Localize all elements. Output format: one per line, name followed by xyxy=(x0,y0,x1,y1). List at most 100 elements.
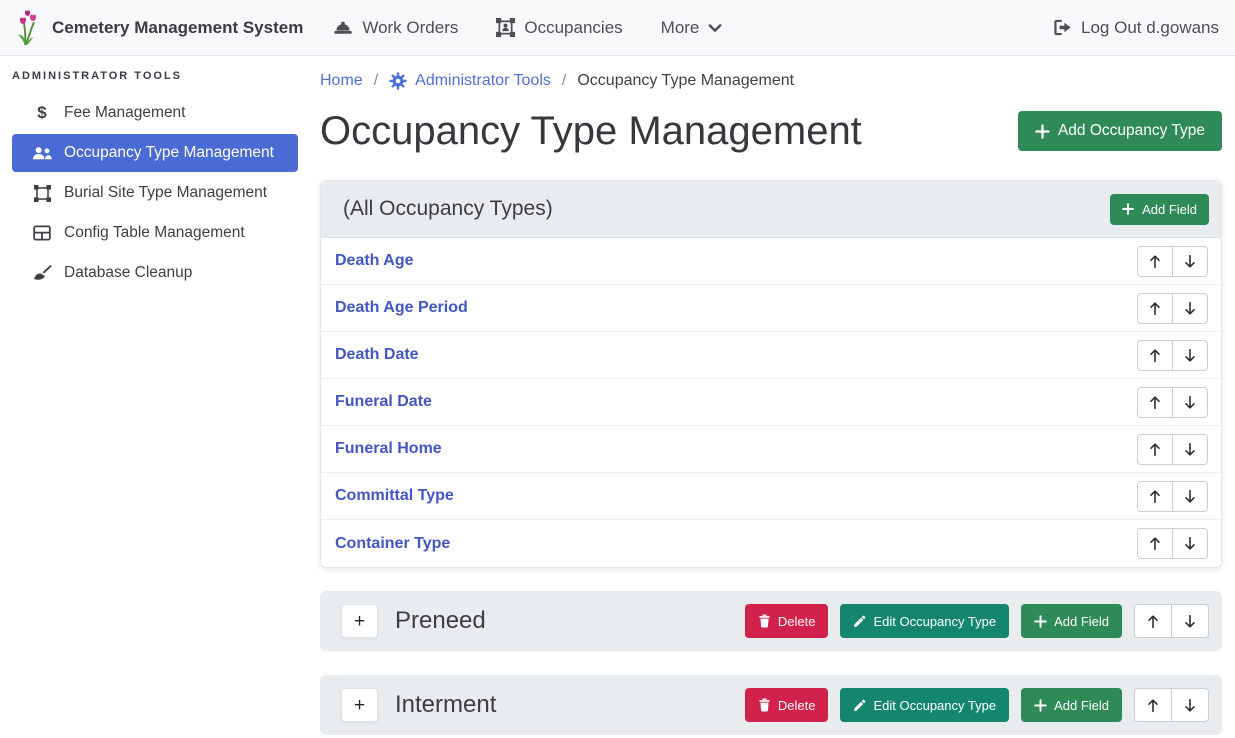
arrow-down-icon xyxy=(1183,254,1197,269)
field-link[interactable]: Death Age xyxy=(335,252,414,270)
add-occupancy-type-label: Add Occupancy Type xyxy=(1058,122,1205,140)
breadcrumb-admin-tools[interactable]: Administrator Tools xyxy=(389,72,551,90)
field-row: Committal Type xyxy=(321,473,1221,520)
field-row: Death Age xyxy=(321,238,1221,285)
table-icon xyxy=(30,225,54,241)
plot-icon xyxy=(30,185,54,202)
sidebar-item-database-cleanup[interactable]: Database Cleanup xyxy=(12,254,298,292)
breadcrumb: Home / xyxy=(320,72,1222,90)
delete-button[interactable]: Delete xyxy=(745,604,829,638)
section-controls: Delete Edit Occupancy Type Add Field xyxy=(745,604,1209,638)
expand-section-button[interactable]: + xyxy=(341,604,378,638)
field-link[interactable]: Death Age Period xyxy=(335,299,468,317)
edit-occupancy-type-button[interactable]: Edit Occupancy Type xyxy=(840,604,1009,638)
occupancy-type-section: + Interment Delete Edit Occupancy Type xyxy=(320,675,1222,735)
arrow-up-icon xyxy=(1148,348,1162,363)
sidebar-item-config-table-management[interactable]: Config Table Management xyxy=(12,214,298,252)
move-down-button[interactable] xyxy=(1172,387,1208,418)
expand-section-button[interactable]: + xyxy=(341,688,378,722)
app-brand[interactable]: Cemetery Management System xyxy=(16,10,303,46)
edit-occupancy-type-button[interactable]: Edit Occupancy Type xyxy=(840,688,1009,722)
breadcrumb-home-label: Home xyxy=(320,72,363,90)
field-row: Death Age Period xyxy=(321,285,1221,332)
move-up-button[interactable] xyxy=(1137,340,1173,371)
field-link[interactable]: Death Date xyxy=(335,346,419,364)
move-up-button[interactable] xyxy=(1137,387,1173,418)
occupancy-plot-icon xyxy=(496,18,515,37)
sidebar-item-label: Database Cleanup xyxy=(64,264,192,282)
field-link[interactable]: Funeral Home xyxy=(335,440,442,458)
add-field-button[interactable]: Add Field xyxy=(1021,688,1122,722)
all-occupancy-types-card: (All Occupancy Types) Add Field Death Ag… xyxy=(320,180,1222,568)
sidebar-item-label: Config Table Management xyxy=(64,224,245,242)
move-down-button[interactable] xyxy=(1172,246,1208,277)
move-down-button[interactable] xyxy=(1172,528,1208,559)
chevron-down-icon xyxy=(708,23,722,33)
delete-button[interactable]: Delete xyxy=(745,688,829,722)
arrow-up-icon xyxy=(1148,489,1162,504)
breadcrumb-separator: / xyxy=(562,72,566,90)
plus-icon xyxy=(1122,203,1134,215)
arrow-down-icon xyxy=(1183,698,1197,713)
add-occupancy-type-button[interactable]: Add Occupancy Type xyxy=(1018,111,1222,151)
delete-label: Delete xyxy=(778,698,816,713)
edit-occupancy-type-label: Edit Occupancy Type xyxy=(873,698,996,713)
arrow-up-icon xyxy=(1148,301,1162,316)
reorder-buttons xyxy=(1137,293,1208,324)
navbar-links: Work Orders Occupancies More xyxy=(333,18,722,38)
trash-icon xyxy=(758,614,771,628)
sidebar-heading: ADMINISTRATOR TOOLS xyxy=(12,70,310,82)
move-down-button[interactable] xyxy=(1171,604,1209,638)
reorder-buttons xyxy=(1134,604,1209,638)
move-up-button[interactable] xyxy=(1137,434,1173,465)
move-down-button[interactable] xyxy=(1172,293,1208,324)
main-content: Home / xyxy=(310,56,1235,738)
sidebar-item-label: Burial Site Type Management xyxy=(64,184,267,202)
move-up-button[interactable] xyxy=(1137,246,1173,277)
breadcrumb-home[interactable]: Home xyxy=(320,72,363,90)
sidebar-item-label: Fee Management xyxy=(64,104,186,122)
move-up-button[interactable] xyxy=(1134,688,1172,722)
section-controls: Delete Edit Occupancy Type Add Field xyxy=(745,688,1209,722)
dollar-icon: $ xyxy=(30,103,54,123)
broom-icon xyxy=(30,265,54,281)
move-down-button[interactable] xyxy=(1172,434,1208,465)
arrow-down-icon xyxy=(1183,301,1197,316)
trash-icon xyxy=(758,698,771,712)
arrow-down-icon xyxy=(1183,348,1197,363)
nav-more[interactable]: More xyxy=(661,18,723,38)
edit-occupancy-type-label: Edit Occupancy Type xyxy=(873,614,996,629)
reorder-buttons xyxy=(1137,340,1208,371)
pencil-icon xyxy=(853,699,866,712)
occupancy-type-name: Preneed xyxy=(395,607,486,635)
field-link[interactable]: Committal Type xyxy=(335,487,454,505)
nav-work-orders[interactable]: Work Orders xyxy=(333,18,458,38)
occupancy-type-sections: + Preneed Delete Edit Occupancy Type xyxy=(320,591,1222,735)
hard-hat-icon xyxy=(333,20,353,36)
field-link[interactable]: Funeral Date xyxy=(335,393,432,411)
sidebar-item-fee-management[interactable]: $ Fee Management xyxy=(12,94,298,132)
arrow-down-icon xyxy=(1183,395,1197,410)
top-navbar: Cemetery Management System Work Orders O… xyxy=(0,0,1235,56)
plus-icon xyxy=(1034,615,1047,628)
add-field-button[interactable]: Add Field xyxy=(1021,604,1122,638)
move-down-button[interactable] xyxy=(1171,688,1209,722)
reorder-buttons xyxy=(1137,481,1208,512)
move-up-button[interactable] xyxy=(1137,528,1173,559)
add-field-label: Add Field xyxy=(1142,202,1197,217)
move-down-button[interactable] xyxy=(1172,340,1208,371)
occupancy-type-section: + Preneed Delete Edit Occupancy Type xyxy=(320,591,1222,651)
field-link[interactable]: Container Type xyxy=(335,535,450,553)
move-down-button[interactable] xyxy=(1172,481,1208,512)
move-up-button[interactable] xyxy=(1134,604,1172,638)
sidebar: ADMINISTRATOR TOOLS $ Fee Management Occ… xyxy=(0,56,310,738)
page-title: Occupancy Type Management xyxy=(320,108,862,154)
logout-button[interactable]: Log Out d.gowans xyxy=(1053,18,1219,38)
field-row: Death Date xyxy=(321,332,1221,379)
sidebar-item-burial-site-type-management[interactable]: Burial Site Type Management xyxy=(12,174,298,212)
sidebar-item-occupancy-type-management[interactable]: Occupancy Type Management xyxy=(12,134,298,172)
move-up-button[interactable] xyxy=(1137,481,1173,512)
nav-occupancies[interactable]: Occupancies xyxy=(496,18,622,38)
move-up-button[interactable] xyxy=(1137,293,1173,324)
add-field-button[interactable]: Add Field xyxy=(1110,194,1209,225)
